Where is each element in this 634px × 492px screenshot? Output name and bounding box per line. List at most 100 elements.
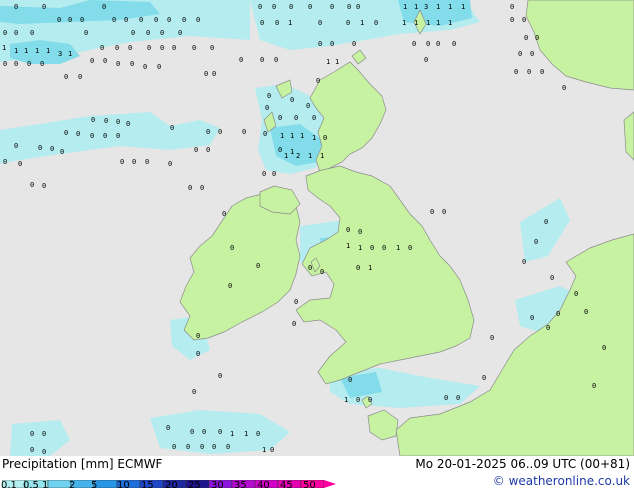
- precip-value: 0: [145, 158, 149, 166]
- precip-value: 0: [550, 274, 554, 282]
- precip-value: 0: [167, 16, 171, 24]
- precip-value: 0: [312, 114, 316, 122]
- precip-value: 1: [35, 47, 39, 55]
- precip-value: 2: [296, 152, 300, 160]
- legend-overflow-arrow: [324, 480, 336, 488]
- precip-value: 1: [244, 430, 248, 438]
- precip-value: 0: [210, 44, 214, 52]
- precip-value: 0: [206, 128, 210, 136]
- precip-value: 1: [402, 19, 406, 27]
- precip-value: 0: [112, 16, 116, 24]
- precip-value: 0: [64, 73, 68, 81]
- precip-value: 0: [256, 430, 260, 438]
- precip-value: 0: [30, 430, 34, 438]
- precip-value: 0: [157, 63, 161, 71]
- precip-value: 0: [90, 132, 94, 140]
- precip-value: 0: [202, 428, 206, 436]
- precip-value: 0: [168, 160, 172, 168]
- precip-value: 0: [126, 120, 130, 128]
- precip-value: 0: [178, 29, 182, 37]
- precip-value: 0: [265, 104, 269, 112]
- precip-value: 1: [300, 132, 304, 140]
- precip-value: 0: [574, 290, 578, 298]
- precip-value: 0: [50, 145, 54, 153]
- precip-value: 0: [154, 16, 158, 24]
- precip-value: 0: [147, 44, 151, 52]
- precip-value: 1: [346, 242, 350, 250]
- precip-value: 0: [14, 3, 18, 11]
- precip-value: 0: [124, 16, 128, 24]
- precip-value: 0: [160, 29, 164, 37]
- precip-value: 0: [212, 70, 216, 78]
- precip-value: 0: [128, 44, 132, 52]
- precip-value: 0: [60, 148, 64, 156]
- precip-value: 0: [524, 34, 528, 42]
- map-canvas: 0 0 0 0 0 0 0 0 0 0 1 1 3 1 1 1 00 0 0 0 0 0 0 0 0 0 0 0 1 0 0 1 0 1 1 1 1 1 0…: [0, 0, 634, 456]
- precip-value: 0: [544, 218, 548, 226]
- precip-value: 0: [292, 320, 296, 328]
- precip-value: 0: [278, 114, 282, 122]
- precip-value: 1: [461, 3, 465, 11]
- precip-value: 0: [347, 3, 351, 11]
- precip-value: 0: [424, 56, 428, 64]
- precip-value: 1: [14, 47, 18, 55]
- precip-value: 1: [403, 3, 407, 11]
- precip-value: 0: [131, 29, 135, 37]
- precip-value: 0: [323, 134, 327, 142]
- precip-value: 1: [68, 50, 72, 58]
- precip-value: 0: [522, 16, 526, 24]
- precip-value: 0: [90, 57, 94, 65]
- precip-value: 0: [308, 3, 312, 11]
- precip-value: 0: [218, 128, 222, 136]
- precip-value: 0: [374, 19, 378, 27]
- precip-value: 0: [42, 182, 46, 190]
- precip-value: 0: [294, 114, 298, 122]
- precip-value: 1: [320, 152, 324, 160]
- precipitation-map[interactable]: 0000000000113111000000000000010010111110…: [0, 0, 634, 456]
- precip-value: 0: [260, 56, 264, 64]
- precip-value: 0: [242, 128, 246, 136]
- precip-value: 0: [482, 374, 486, 382]
- precip-value: 1: [312, 134, 316, 142]
- precip-value: 0: [408, 244, 412, 252]
- precip-value: 0: [602, 344, 606, 352]
- precip-value: 3: [424, 3, 428, 11]
- precip-value: 0: [218, 372, 222, 380]
- legend-tick-label: 2: [69, 480, 76, 491]
- precip-value: 0: [78, 73, 82, 81]
- precip-value: 0: [256, 262, 260, 270]
- precip-value: 1: [368, 264, 372, 272]
- precip-value: 0: [196, 350, 200, 358]
- precip-value: 1: [448, 19, 452, 27]
- precip-value: 1: [284, 152, 288, 160]
- precip-value: 0: [80, 16, 84, 24]
- precip-value: 0: [530, 50, 534, 58]
- precip-value: 1: [436, 3, 440, 11]
- precip-value: 0: [102, 3, 106, 11]
- precip-value: 0: [204, 70, 208, 78]
- precip-value: 0: [289, 3, 293, 11]
- precip-value: 0: [30, 29, 34, 37]
- precip-value: 1: [288, 19, 292, 27]
- precip-value: 0: [346, 19, 350, 27]
- precip-value: 0: [27, 60, 31, 68]
- precip-value: 0: [18, 160, 22, 168]
- legend-tick-label: 35: [234, 480, 247, 491]
- precip-value: 0: [42, 430, 46, 438]
- precip-value: 0: [139, 16, 143, 24]
- precip-value: 0: [3, 60, 7, 68]
- site-credit[interactable]: © weatheronline.co.uk: [493, 474, 630, 488]
- precip-value: 0: [84, 29, 88, 37]
- precip-value: 0: [356, 264, 360, 272]
- precip-value: 0: [452, 40, 456, 48]
- precip-value: 1: [396, 244, 400, 252]
- precip-value: 0: [262, 170, 266, 178]
- precip-value: 0: [196, 332, 200, 340]
- precip-value: 1: [24, 47, 28, 55]
- precip-value: 0: [38, 144, 42, 152]
- precip-value: 0: [3, 158, 7, 166]
- precip-value: 0: [274, 56, 278, 64]
- precip-value: 0: [444, 394, 448, 402]
- legend-footer: Precipitation [mm] ECMWF Mo 20-01-2025 0…: [0, 456, 634, 491]
- legend-tick-label: 50: [303, 480, 316, 491]
